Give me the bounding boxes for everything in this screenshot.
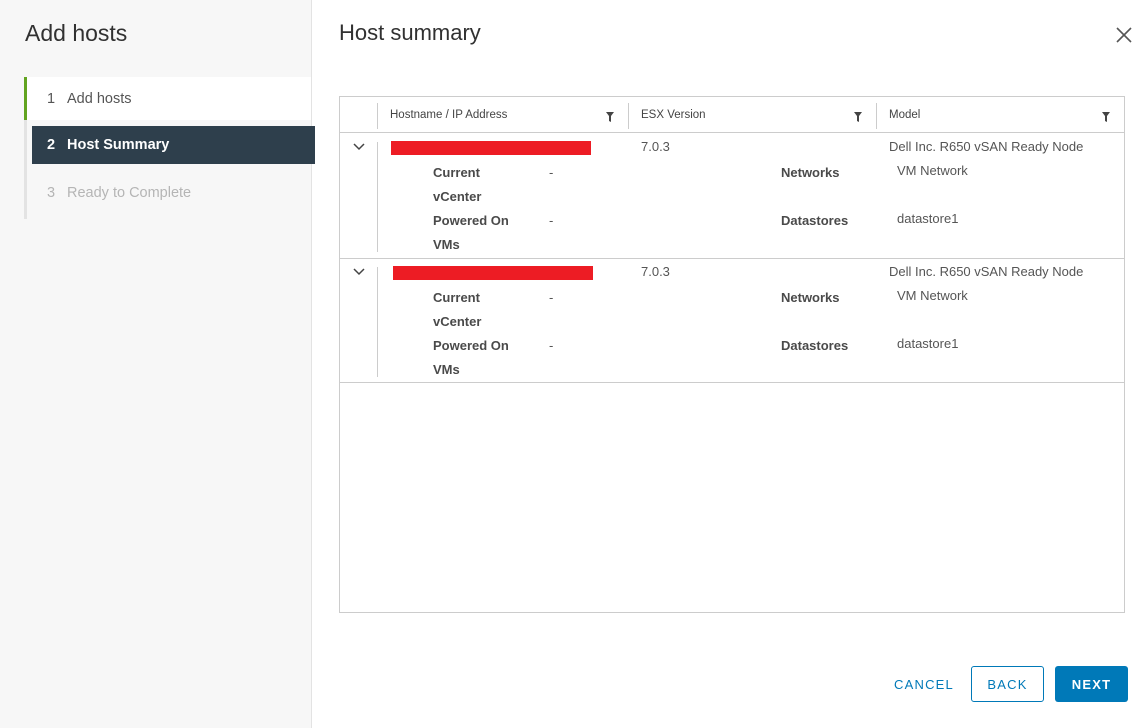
current-vcenter-label: vCenter: [433, 189, 482, 204]
current-vcenter-value: -: [549, 290, 554, 305]
powered-on-vms-label: VMs: [433, 362, 460, 377]
networks-label: Networks: [781, 290, 840, 305]
redacted-hostname: [393, 266, 593, 280]
wizard-steps: 1 Add hosts 2 Host Summary 3 Ready to Co…: [24, 77, 315, 219]
chevron-down-icon[interactable]: [353, 142, 365, 152]
back-button[interactable]: BACK: [971, 666, 1044, 702]
powered-on-vms-label: VMs: [433, 237, 460, 252]
wizard-title: Add hosts: [25, 20, 128, 46]
step-add-hosts[interactable]: 1 Add hosts: [24, 77, 311, 120]
powered-on-vms-label: Powered On: [433, 213, 509, 228]
filter-icon[interactable]: [1102, 112, 1110, 122]
next-button[interactable]: NEXT: [1055, 666, 1128, 702]
host-summary-grid: Hostname / IP Address ESX Version Model …: [339, 96, 1125, 613]
powered-on-vms-value: -: [549, 213, 554, 228]
redacted-hostname: [391, 141, 591, 155]
step-number: 2: [47, 137, 56, 153]
table-row: 7.0.3 Dell Inc. R650 vSAN Ready Node Cur…: [340, 134, 1124, 259]
step-number: 3: [47, 185, 56, 201]
column-separator: [377, 103, 378, 129]
datastores-value: datastore1: [897, 336, 959, 351]
step-label: Host Summary: [67, 137, 170, 153]
step-label: Add hosts: [67, 90, 132, 107]
model: Dell Inc. R650 vSAN Ready Node: [889, 264, 1084, 279]
page-title: Host summary: [339, 20, 481, 45]
esx-version: 7.0.3: [641, 139, 670, 154]
column-separator: [876, 103, 877, 129]
filter-icon[interactable]: [606, 112, 614, 122]
esx-version: 7.0.3: [641, 264, 670, 279]
powered-on-vms-value: -: [549, 338, 554, 353]
networks-value: VM Network: [897, 163, 968, 178]
row-separator: [377, 267, 378, 377]
chevron-down-icon[interactable]: [353, 267, 365, 277]
step-number: 1: [47, 90, 56, 107]
table-row: 7.0.3 Dell Inc. R650 vSAN Ready Node Cur…: [340, 259, 1124, 383]
networks-value: VM Network: [897, 288, 968, 303]
step-ready-to-complete: 3 Ready to Complete: [27, 174, 311, 212]
grid-header: Hostname / IP Address ESX Version Model: [340, 97, 1124, 133]
current-vcenter-label: Current: [433, 290, 480, 305]
filter-icon[interactable]: [854, 112, 862, 122]
powered-on-vms-label: Powered On: [433, 338, 509, 353]
close-button[interactable]: [1113, 24, 1135, 46]
column-separator: [628, 103, 629, 129]
current-vcenter-label: vCenter: [433, 314, 482, 329]
datastores-label: Datastores: [781, 213, 849, 228]
datastores-value: datastore1: [897, 211, 959, 226]
column-hostname[interactable]: Hostname / IP Address: [390, 97, 507, 133]
current-vcenter-value: -: [549, 165, 554, 180]
row-separator: [377, 142, 378, 252]
wizard-nav: Add hosts 1 Add hosts 2 Host Summary 3 R…: [0, 0, 315, 728]
close-icon: [1116, 27, 1132, 43]
step-host-summary[interactable]: 2 Host Summary: [32, 126, 315, 164]
grid-footer-separator: [340, 382, 1124, 383]
step-label: Ready to Complete: [67, 185, 192, 201]
model: Dell Inc. R650 vSAN Ready Node: [889, 139, 1084, 154]
column-model[interactable]: Model: [889, 97, 920, 133]
column-esx-version[interactable]: ESX Version: [641, 97, 706, 133]
networks-label: Networks: [781, 165, 840, 180]
current-vcenter-label: Current: [433, 165, 480, 180]
datastores-label: Datastores: [781, 338, 849, 353]
cancel-button[interactable]: CANCEL: [884, 666, 964, 702]
